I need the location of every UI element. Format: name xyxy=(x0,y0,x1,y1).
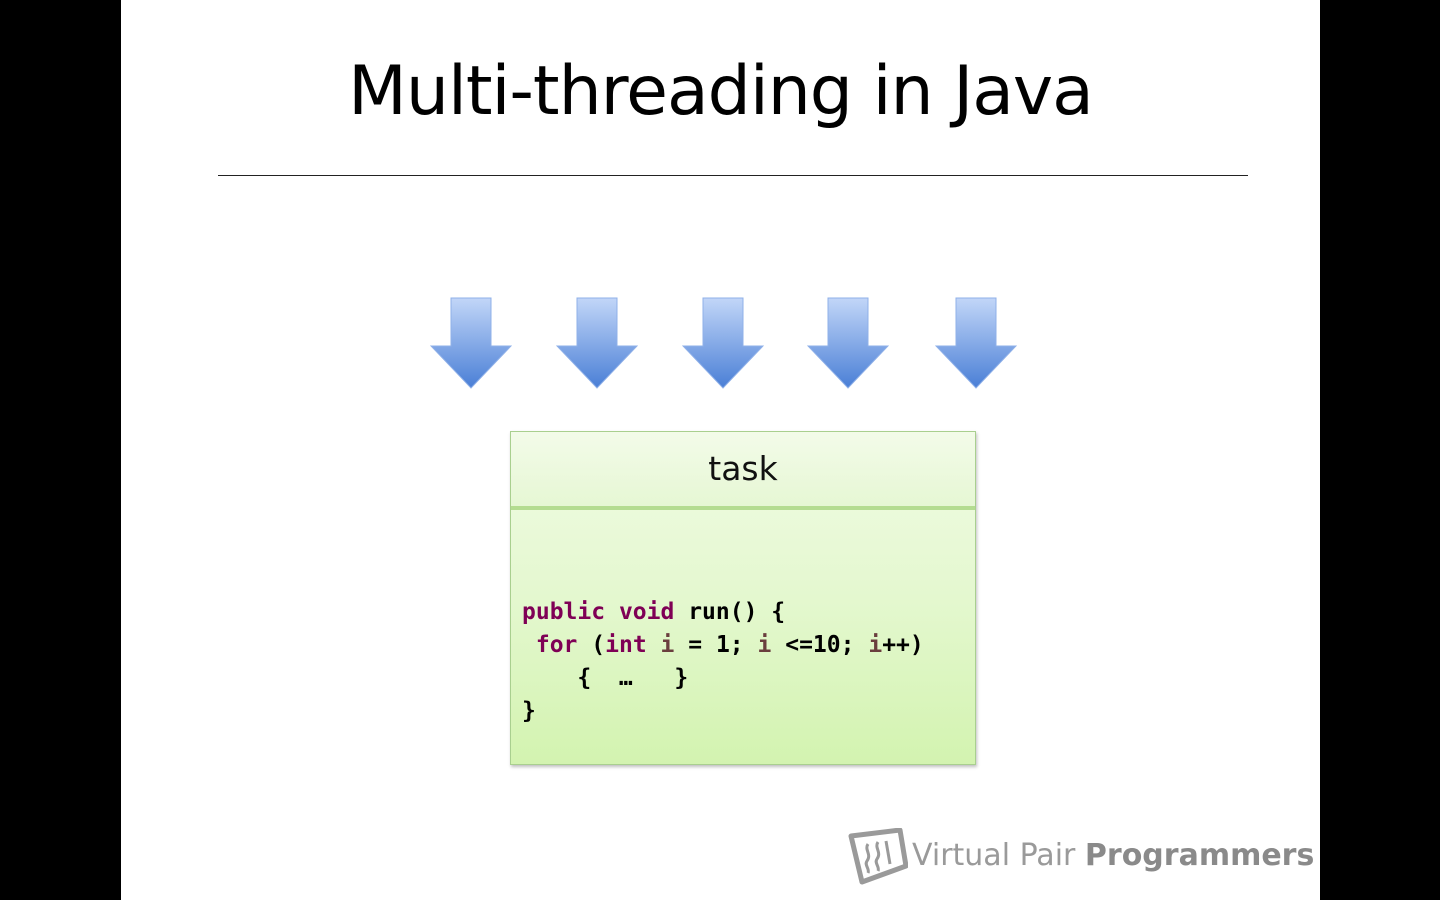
code-text: <=10; xyxy=(785,632,855,658)
task-box: task public void run() { for (int i = 1;… xyxy=(510,431,976,765)
code-text: ++) xyxy=(882,632,924,658)
slide-title: Multi-threading in Java xyxy=(348,52,1094,131)
slide: Multi-threading in Java task public void… xyxy=(121,0,1320,900)
down-arrow-icon xyxy=(430,297,512,389)
code-keyword: public xyxy=(522,599,606,625)
code-variable: i xyxy=(757,632,772,658)
brand-name-bold: Programmers xyxy=(1084,838,1315,873)
task-header: task xyxy=(511,432,975,510)
down-arrow-icon xyxy=(682,297,764,389)
brand-name: Virtual Pair Programmers xyxy=(912,838,1314,873)
vpp-logo-icon xyxy=(848,828,908,885)
code-keyword: void xyxy=(618,599,675,625)
code-snippet: public void run() { for (int i = 1; i <=… xyxy=(522,596,924,728)
code-text: { … } xyxy=(577,665,689,691)
code-text: ( xyxy=(591,632,606,658)
code-variable: i xyxy=(660,632,675,658)
down-arrow-icon xyxy=(807,297,889,389)
down-arrow-icon xyxy=(556,297,638,389)
code-text: = 1; xyxy=(688,632,744,658)
code-keyword: for xyxy=(535,632,578,658)
code-text: run() { xyxy=(688,599,786,625)
down-arrow-icon xyxy=(935,297,1017,389)
code-keyword: int xyxy=(605,632,647,658)
title-divider xyxy=(218,175,1248,176)
code-text: } xyxy=(522,698,536,724)
brand-name-light: Virtual Pair xyxy=(912,838,1076,873)
task-label: task xyxy=(708,449,778,488)
code-variable: i xyxy=(868,632,883,658)
